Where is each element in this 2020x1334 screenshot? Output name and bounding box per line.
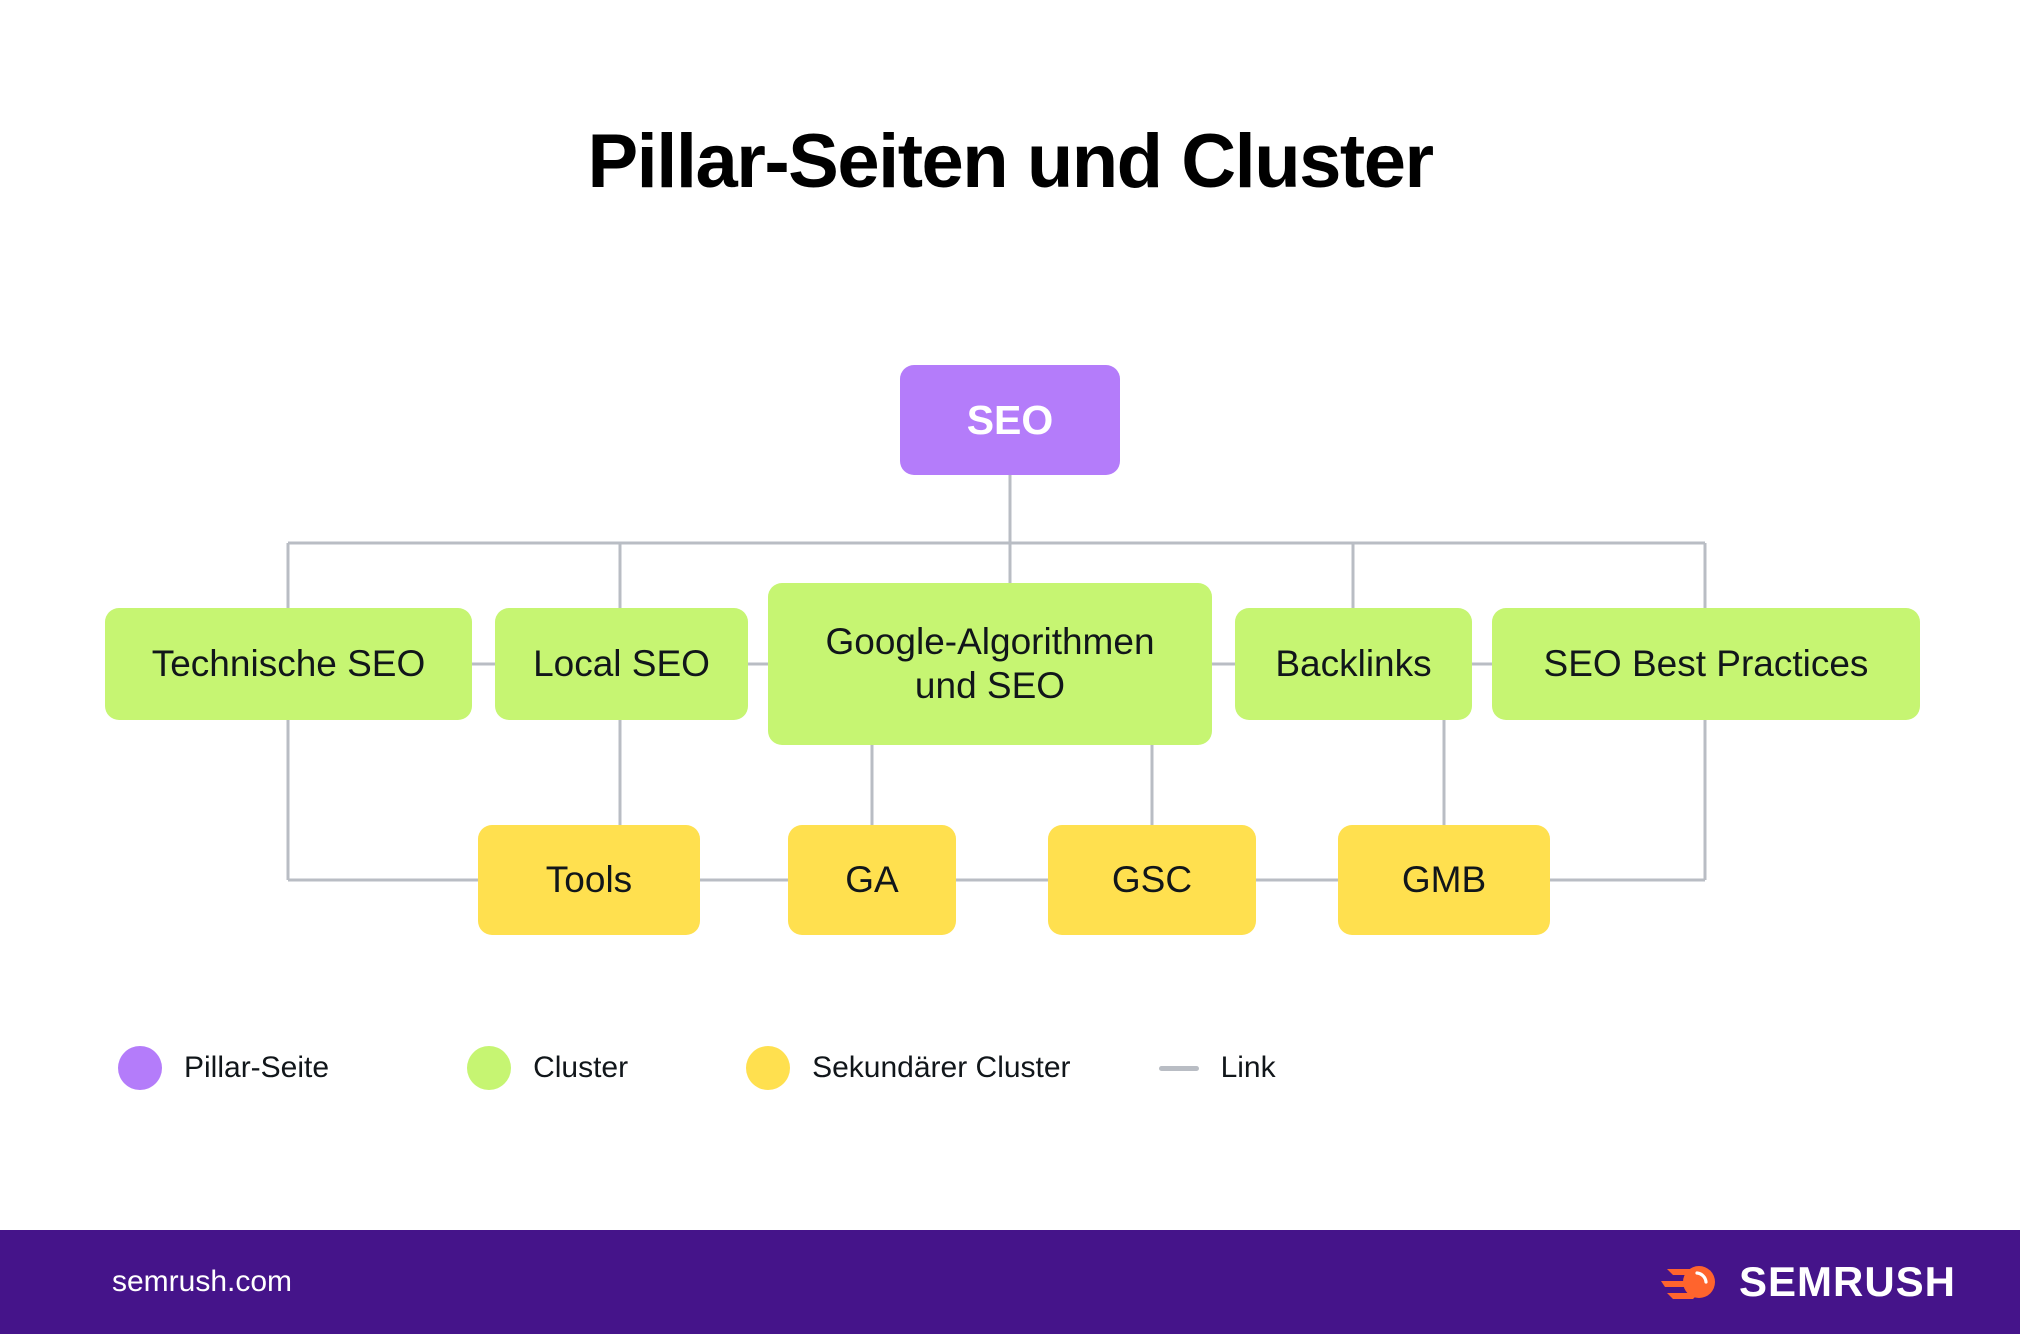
node-technische-seo[interactable]: Technische SEO	[105, 608, 472, 720]
node-label: GSC	[1111, 859, 1193, 901]
node-label: Google-Algorithmen und SEO	[825, 621, 1155, 706]
node-label: GMB	[1401, 859, 1487, 901]
node-backlinks[interactable]: Backlinks	[1235, 608, 1472, 720]
legend: Pillar-Seite Cluster Sekundärer Cluster …	[118, 1042, 1276, 1094]
legend-item-link: Link	[1158, 1042, 1276, 1094]
legend-swatch-circle-icon	[467, 1046, 512, 1090]
legend-label: Pillar-Seite	[184, 1051, 330, 1084]
legend-item-pillar-seite: Pillar-Seite	[118, 1042, 329, 1094]
node-label: Local SEO	[533, 643, 710, 685]
node-label: Tools	[545, 859, 633, 901]
footer-url[interactable]: semrush.com	[112, 1265, 292, 1299]
legend-label: Cluster	[533, 1051, 629, 1084]
footer-bar: semrush.com SEMRUSH	[0, 1230, 2020, 1334]
legend-item-sekundaerer-cluster: Sekundärer Cluster	[746, 1042, 1071, 1094]
node-label: Technische SEO	[151, 643, 426, 685]
semrush-logo: SEMRUSH	[1659, 1258, 1956, 1306]
node-seo-best-practices[interactable]: SEO Best Practices	[1492, 608, 1920, 720]
diagram-canvas: Pillar-Seiten und Cluster SEO Technische…	[0, 0, 2020, 1334]
node-local-seo[interactable]: Local SEO	[495, 608, 748, 720]
legend-item-cluster: Cluster	[467, 1042, 628, 1094]
legend-swatch-circle-icon	[118, 1046, 162, 1090]
node-label: GA	[845, 859, 899, 901]
node-seo[interactable]: SEO	[900, 365, 1120, 475]
legend-swatch-circle-icon	[746, 1046, 791, 1090]
node-google-algorithmen-und-seo[interactable]: Google-Algorithmen und SEO	[768, 583, 1212, 745]
node-ga[interactable]: GA	[788, 825, 956, 935]
legend-swatch-line-icon	[1158, 1065, 1199, 1071]
node-label: Backlinks	[1275, 643, 1432, 685]
node-gmb[interactable]: GMB	[1338, 825, 1550, 935]
semrush-wordmark: SEMRUSH	[1738, 1258, 1956, 1305]
legend-label: Link	[1220, 1051, 1276, 1084]
page-title: Pillar-Seiten und Cluster	[587, 119, 1434, 204]
legend-label: Sekundärer Cluster	[812, 1051, 1071, 1084]
node-label: SEO Best Practices	[1543, 643, 1869, 685]
node-tools[interactable]: Tools	[478, 825, 700, 935]
node-gsc[interactable]: GSC	[1048, 825, 1256, 935]
node-label: SEO	[966, 396, 1054, 443]
semrush-comet-icon	[1660, 1266, 1715, 1299]
